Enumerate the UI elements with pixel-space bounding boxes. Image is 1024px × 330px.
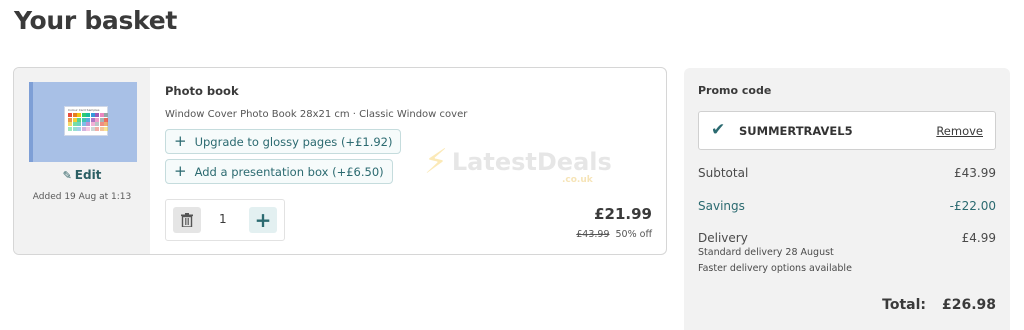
colour-swatch	[68, 122, 72, 126]
edit-label: Edit	[74, 168, 102, 182]
colour-swatch	[95, 126, 99, 131]
colour-swatch	[86, 122, 90, 126]
colour-swatch	[104, 122, 108, 126]
watermark-domain: .co.uk	[562, 175, 593, 185]
delete-button[interactable]	[173, 207, 201, 233]
product-description: Window Cover Photo Book 28x21 cm · Class…	[165, 109, 468, 120]
colour-swatch	[68, 117, 72, 122]
promo-code-label: Promo code	[698, 84, 772, 97]
quantity-stepper: 1 +	[165, 199, 285, 241]
colour-swatch	[77, 126, 81, 131]
colour-swatch	[72, 122, 77, 126]
colour-swatch	[95, 117, 99, 122]
colour-swatches	[68, 113, 108, 131]
total-label: Total:	[882, 297, 926, 313]
colour-swatch	[81, 113, 86, 117]
colour-swatch	[72, 113, 77, 117]
colour-swatch	[77, 113, 81, 117]
add-presentation-box-button[interactable]: + Add a presentation box (+£6.50)	[165, 159, 393, 184]
delivery-value: £4.99	[961, 231, 996, 245]
colour-swatch	[68, 126, 72, 131]
colour-swatch	[99, 117, 104, 122]
colour-swatch	[99, 126, 104, 131]
lightning-bolt-icon: ⚡	[424, 142, 448, 182]
plus-icon: +	[174, 162, 187, 180]
original-price: £43.99	[576, 229, 610, 240]
delivery-label: Delivery	[698, 231, 748, 245]
check-icon: ✔	[711, 120, 726, 140]
pencil-icon: ✎	[62, 169, 72, 182]
page-title: Your basket	[14, 6, 178, 35]
colour-swatch	[81, 122, 86, 126]
savings-label: Savings	[698, 199, 745, 213]
product-thumbnail[interactable]: Colour Card Samples	[29, 82, 137, 162]
colour-swatch	[86, 126, 90, 131]
total-value: £26.98	[941, 297, 996, 313]
colour-swatch	[90, 122, 95, 126]
increment-button[interactable]: +	[249, 207, 277, 233]
discount-label: 50% off	[615, 229, 653, 240]
order-summary: Promo code ✔ SUMMERTRAVEL5 Remove Subtot…	[684, 68, 1010, 330]
colour-swatch	[68, 113, 72, 117]
colour-swatch	[86, 117, 90, 122]
colour-swatch	[90, 113, 95, 117]
remove-promo-link[interactable]: Remove	[936, 124, 983, 138]
trash-icon	[181, 213, 193, 227]
plus-icon: +	[174, 132, 187, 150]
colour-swatch	[77, 117, 81, 122]
added-timestamp: Added 19 Aug at 1:13	[32, 192, 132, 202]
watermark-logo: ⚡ LatestDeals .co.uk	[424, 142, 612, 185]
colour-swatch	[95, 122, 99, 126]
colour-swatch	[95, 113, 99, 117]
price-comparison: £43.99 50% off	[576, 229, 652, 240]
item-price: £21.99	[594, 205, 652, 223]
subtotal-value: £43.99	[954, 166, 996, 180]
colour-swatch	[72, 117, 77, 122]
edit-link[interactable]: ✎ Edit	[14, 168, 150, 182]
colour-swatch	[77, 122, 81, 126]
quantity-value[interactable]: 1	[219, 212, 227, 226]
delivery-date-note: Standard delivery 28 August	[698, 247, 834, 258]
product-title: Photo book	[165, 84, 239, 98]
colour-swatch	[99, 113, 104, 117]
upsell-label: Upgrade to glossy pages (+£1.92)	[194, 134, 393, 149]
delivery-options-note: Faster delivery options available	[698, 263, 852, 274]
promo-code-applied: ✔ SUMMERTRAVEL5 Remove	[698, 111, 996, 150]
colour-swatch	[90, 126, 95, 131]
thumbnail-caption: Colour Card Samples	[68, 108, 100, 112]
subtotal-label: Subtotal	[698, 166, 749, 180]
colour-swatch	[72, 126, 77, 131]
colour-swatch	[104, 113, 108, 117]
thumbnail-panel: Colour Card Samples ✎ Edit Added 19 Aug a…	[14, 68, 150, 254]
upgrade-glossy-button[interactable]: + Upgrade to glossy pages (+£1.92)	[165, 129, 402, 154]
colour-swatch	[99, 122, 104, 126]
cover-window: Colour Card Samples	[64, 106, 108, 136]
watermark-text: LatestDeals	[451, 148, 612, 176]
colour-swatch	[81, 126, 86, 131]
colour-swatch	[86, 113, 90, 117]
colour-swatch	[104, 117, 108, 122]
colour-swatch	[104, 126, 108, 131]
colour-swatch	[81, 117, 86, 122]
colour-swatch	[90, 117, 95, 122]
plus-icon: +	[254, 208, 272, 232]
savings-value: -£22.00	[949, 199, 996, 213]
promo-code-value: SUMMERTRAVEL5	[739, 124, 853, 138]
upsell-label: Add a presentation box (+£6.50)	[194, 164, 384, 179]
